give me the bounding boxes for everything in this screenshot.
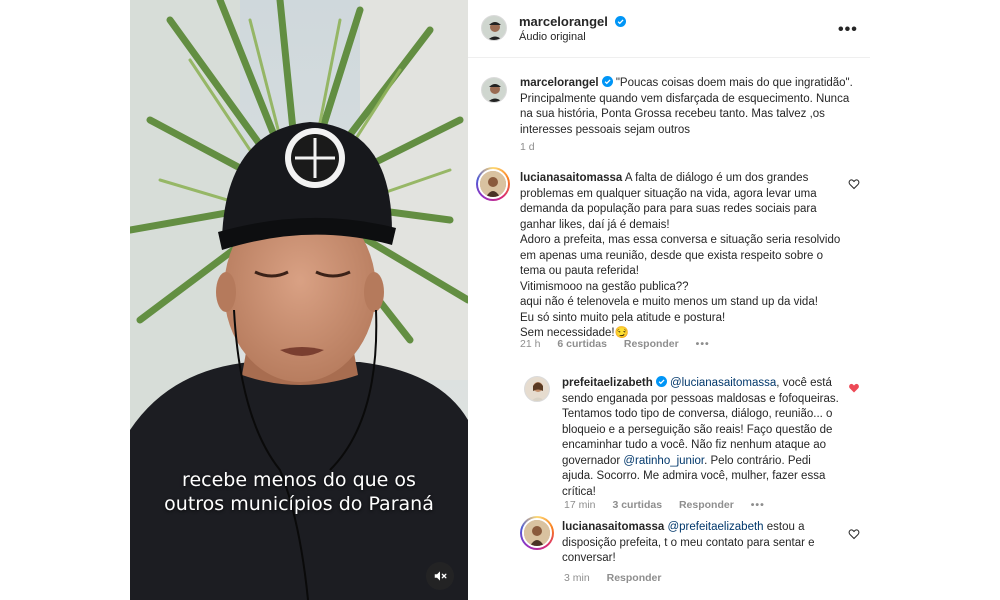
comment-text-line: Vitimismooo na gestão publica?? [520,280,689,293]
comment-username[interactable]: lucianasaitomassa [562,521,664,533]
caption-line-2: outros municípios do Paraná [164,493,434,515]
comment-meta: 17 min 3 curtidas Responder ••• [564,499,779,511]
comment-text-line: aqui não é telenovela e muito menos um s… [520,296,818,308]
post-caption: marcelorangel "Poucas coisas doem mais d… [520,76,860,138]
comment-text-line: Eu só sinto muito pela atitude e postura… [520,311,726,324]
avatar[interactable] [476,167,510,201]
avatar-image [525,377,549,401]
comment-time[interactable]: 21 h [520,338,540,350]
comment-time[interactable]: 17 min [564,499,596,511]
comment-more-icon[interactable]: ••• [751,499,765,511]
comment-more-icon[interactable]: ••• [696,338,710,350]
speaker-muted-icon [434,571,447,581]
video-caption: recebe menos do que os outros municípios… [130,468,468,516]
avatar[interactable] [524,376,550,402]
comment-likes[interactable]: 3 curtidas [612,499,662,511]
caption-meta: 1 d [520,141,549,153]
avatar-image [522,518,552,548]
like-heart-icon[interactable] [848,178,860,190]
mention-link[interactable]: @ratinho_junior [623,455,704,467]
liked-heart-icon[interactable] [848,382,860,394]
avatar[interactable] [481,15,507,41]
comment-reply: prefeitaelizabeth @lucianasaitomassa, vo… [562,376,844,500]
header-username[interactable]: marcelorangel [519,14,626,29]
avatar-image [482,16,506,40]
verified-badge-icon [614,16,626,27]
avatar-image [478,169,508,199]
comment-text: , você está sendo enganada por pessoas m… [562,377,839,467]
avatar[interactable] [481,77,507,103]
caption-username[interactable]: marcelorangel [520,77,599,89]
post-header: marcelorangel Áudio original ••• [468,0,870,58]
original-audio-link[interactable]: Áudio original [519,31,586,43]
caption-time[interactable]: 1 d [520,141,535,153]
comment-username[interactable]: prefeitaelizabeth [562,377,653,389]
more-options-icon[interactable]: ••• [838,21,858,39]
comment-reply: lucianasaitomassa @prefeitaelizabeth est… [562,520,844,567]
avatar-image [482,78,506,102]
verified-badge-icon [655,376,667,387]
comment: lucianasaitomassa A falta de diálogo é u… [520,171,842,342]
mention-link[interactable]: @prefeitaelizabeth [667,521,763,533]
comment-meta: 21 h 6 curtidas Responder ••• [520,338,724,350]
reply-button[interactable]: Responder [679,499,734,511]
comment-meta: 3 min Responder [564,572,675,584]
caption-line-1: recebe menos do que os [182,469,416,491]
reply-button[interactable]: Responder [624,338,679,350]
mention-link[interactable]: @lucianasaitomassa [670,377,776,389]
like-heart-icon[interactable] [848,528,860,540]
comment-likes[interactable]: 6 curtidas [557,338,607,350]
comment-time[interactable]: 3 min [564,572,590,584]
comment-text-line: Adoro a prefeita, mas essa conversa e si… [520,234,841,277]
reel-video[interactable]: recebe menos do que os outros municípios… [130,0,468,600]
comment-username[interactable]: lucianasaitomassa [520,172,622,184]
mute-button[interactable] [426,562,454,590]
header-username-text[interactable]: marcelorangel [519,14,608,29]
post-panel: marcelorangel Áudio original ••• marcelo… [468,0,870,600]
verified-badge-icon [601,76,613,87]
reply-button[interactable]: Responder [607,572,662,584]
avatar[interactable] [520,516,554,550]
